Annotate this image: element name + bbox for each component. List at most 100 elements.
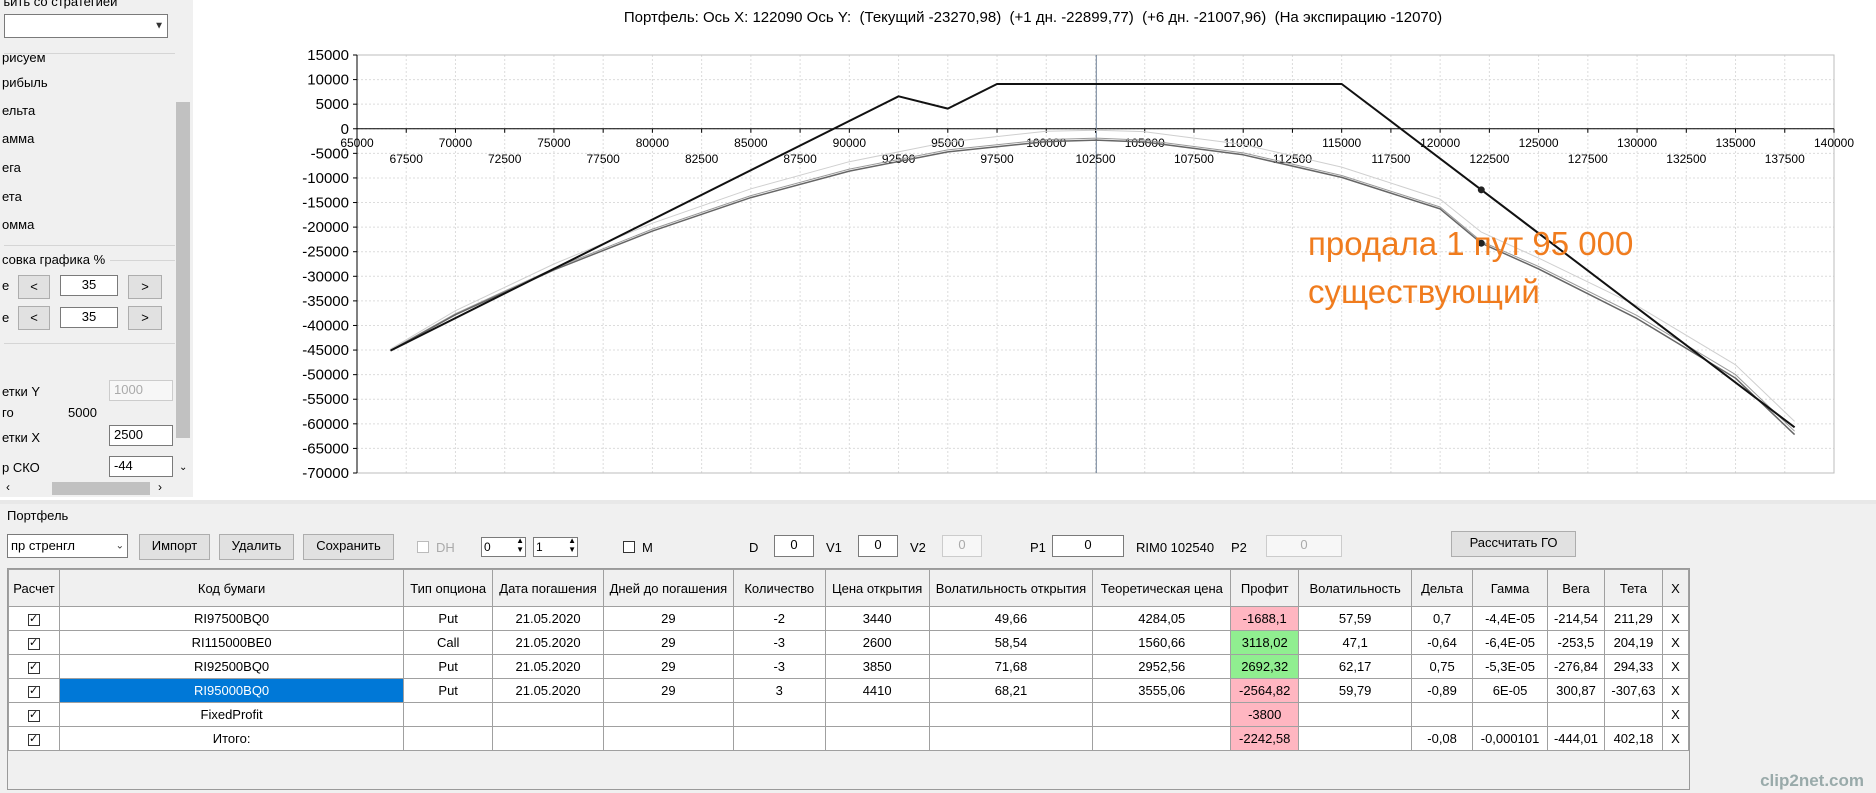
sko-input[interactable]: -44 xyxy=(109,456,173,477)
horizontal-scrollbar[interactable]: ‹ › xyxy=(0,480,175,497)
m-label: M xyxy=(642,540,653,555)
remove-cell[interactable]: X xyxy=(1661,702,1690,727)
table-row[interactable]: RI95000BQ0Put21.05.2020293441068,213555,… xyxy=(8,678,1690,703)
remove-cell[interactable]: X xyxy=(1661,606,1690,631)
scale-row1-decrease-button[interactable]: < xyxy=(18,275,50,299)
calc-checkbox[interactable] xyxy=(27,732,40,746)
draw-delta-option[interactable]: ельта xyxy=(2,103,35,118)
remove-cell[interactable]: X xyxy=(1661,654,1690,679)
strategy-select[interactable]: ▼ xyxy=(4,14,168,38)
vertical-scrollbar[interactable]: ⌄ xyxy=(175,0,192,480)
scale-row2-increase-button[interactable]: > xyxy=(128,306,162,330)
open-vol-cell: 71,68 xyxy=(928,654,1094,679)
calc-cell[interactable] xyxy=(8,702,60,727)
type-cell: Put xyxy=(403,606,494,631)
remove-cell[interactable]: X xyxy=(1661,630,1690,655)
spin1-value: 0 xyxy=(484,540,491,554)
d-label: D xyxy=(749,540,759,555)
x-tick-label: 70000 xyxy=(439,136,473,150)
spin2-arrows-icon[interactable]: ▲ ▼ xyxy=(568,536,576,554)
calc-cell[interactable] xyxy=(8,630,60,655)
col-header-theo[interactable]: Теоретическая цена xyxy=(1092,569,1232,607)
calc-cell[interactable] xyxy=(8,678,60,703)
calc-cell[interactable] xyxy=(8,726,60,751)
col-header-date[interactable]: Дата погашения xyxy=(492,569,604,607)
scroll-right-icon[interactable]: › xyxy=(158,480,162,494)
date-cell: 21.05.2020 xyxy=(492,606,604,631)
scale-row2-decrease-button[interactable]: < xyxy=(18,306,50,330)
p1-input[interactable]: 0 xyxy=(1052,535,1124,557)
qty-cell: -2 xyxy=(732,606,826,631)
d-input[interactable]: 0 xyxy=(774,535,814,557)
grid-y-input[interactable]: 1000 xyxy=(109,380,173,401)
grid-x-input[interactable]: 2500 xyxy=(109,425,173,446)
col-header-gamma[interactable]: Гамма xyxy=(1472,569,1549,607)
open-price-cell: 2600 xyxy=(824,630,930,655)
calc-cell[interactable] xyxy=(8,654,60,679)
calc-checkbox[interactable] xyxy=(27,612,40,626)
theo-cell xyxy=(1092,726,1232,751)
table-row[interactable]: RI115000BE0Call21.05.202029-3260058,5415… xyxy=(8,630,1690,655)
scroll-thumb[interactable] xyxy=(52,482,150,495)
portfolio-select[interactable]: пр стренгл ⌄ xyxy=(7,534,128,558)
draw-theta-option[interactable]: ета xyxy=(2,189,22,204)
calc-cell[interactable] xyxy=(8,606,60,631)
col-header-calc[interactable]: Расчет xyxy=(8,569,60,607)
qty-cell: 3 xyxy=(732,678,826,703)
scale-row2-input[interactable]: 35 xyxy=(60,307,118,328)
draw-gamma-option[interactable]: амма xyxy=(2,131,34,146)
table-row[interactable]: RI92500BQ0Put21.05.202029-3385071,682952… xyxy=(8,654,1690,679)
col-header-profit[interactable]: Профит xyxy=(1230,569,1300,607)
import-button[interactable]: Импорт xyxy=(139,534,210,560)
annotation-line-1: продала 1 пут 95 000 xyxy=(1308,225,1634,262)
calc-checkbox[interactable] xyxy=(27,708,40,722)
calc-checkbox[interactable] xyxy=(27,636,40,650)
spin1-input[interactable]: 0 ▲ ▼ xyxy=(481,536,526,557)
theo-cell: 1560,66 xyxy=(1092,630,1232,655)
delete-button[interactable]: Удалить xyxy=(219,534,294,560)
vega-cell: -276,84 xyxy=(1547,654,1605,679)
draw-vomma-option[interactable]: омма xyxy=(2,217,34,232)
col-header-remove[interactable]: X xyxy=(1661,569,1690,607)
calc-checkbox[interactable] xyxy=(27,660,40,674)
col-header-type[interactable]: Тип опциона xyxy=(403,569,494,607)
x-tick-label: 122500 xyxy=(1469,152,1509,166)
table-row[interactable]: FixedProfit -3800 X xyxy=(8,702,1690,727)
scroll-down-icon[interactable]: ⌄ xyxy=(179,462,187,473)
m-checkbox[interactable] xyxy=(623,541,635,553)
col-header-theta[interactable]: Тета xyxy=(1603,569,1663,607)
remove-cell[interactable]: X xyxy=(1661,678,1690,703)
v1-input[interactable]: 0 xyxy=(858,535,898,557)
scroll-left-icon[interactable]: ‹ xyxy=(6,480,10,494)
col-header-days[interactable]: Дней до погашения xyxy=(602,569,734,607)
col-header-vega[interactable]: Вега xyxy=(1547,569,1605,607)
scale-row1-input[interactable]: 35 xyxy=(60,275,118,296)
p2-input[interactable]: 0 xyxy=(1266,535,1342,557)
x-tick-label: 72500 xyxy=(488,152,522,166)
calc-checkbox[interactable] xyxy=(27,684,40,698)
col-header-open-price[interactable]: Цена открытия xyxy=(824,569,930,607)
dh-checkbox[interactable] xyxy=(417,541,429,553)
col-header-open-vol[interactable]: Волатильность открытия xyxy=(928,569,1094,607)
table-row[interactable]: RI97500BQ0Put21.05.202029-2344049,664284… xyxy=(8,606,1690,631)
col-header-code[interactable]: Код бумаги xyxy=(58,569,405,607)
col-header-vol[interactable]: Волатильность xyxy=(1298,569,1413,607)
portfolio-table: Расчет Код бумаги Тип опциона Дата погаш… xyxy=(7,568,1690,790)
col-header-delta[interactable]: Дельта xyxy=(1411,569,1474,607)
open-vol-cell: 49,66 xyxy=(928,606,1094,631)
scroll-thumb[interactable] xyxy=(176,102,190,438)
date-cell: 21.05.2020 xyxy=(492,654,604,679)
v2-input[interactable]: 0 xyxy=(942,535,982,557)
draw-profit-option[interactable]: рибыль xyxy=(2,75,48,90)
table-row[interactable]: Итого: -2242,58 -0,08-0,000101-444,01402,1… xyxy=(8,726,1690,751)
scale-row1-increase-button[interactable]: > xyxy=(128,275,162,299)
col-header-qty[interactable]: Количество xyxy=(732,569,826,607)
calc-go-button[interactable]: Рассчитать ГО xyxy=(1451,531,1576,557)
remove-cell[interactable]: X xyxy=(1661,726,1690,751)
spin1-arrows-icon[interactable]: ▲ ▼ xyxy=(516,536,524,554)
x-tick-label: 80000 xyxy=(636,136,670,150)
x-tick-label: 67500 xyxy=(390,152,424,166)
spin2-input[interactable]: 1 ▲ ▼ xyxy=(533,536,578,557)
save-button[interactable]: Сохранить xyxy=(303,534,394,560)
draw-vega-option[interactable]: ега xyxy=(2,160,21,175)
